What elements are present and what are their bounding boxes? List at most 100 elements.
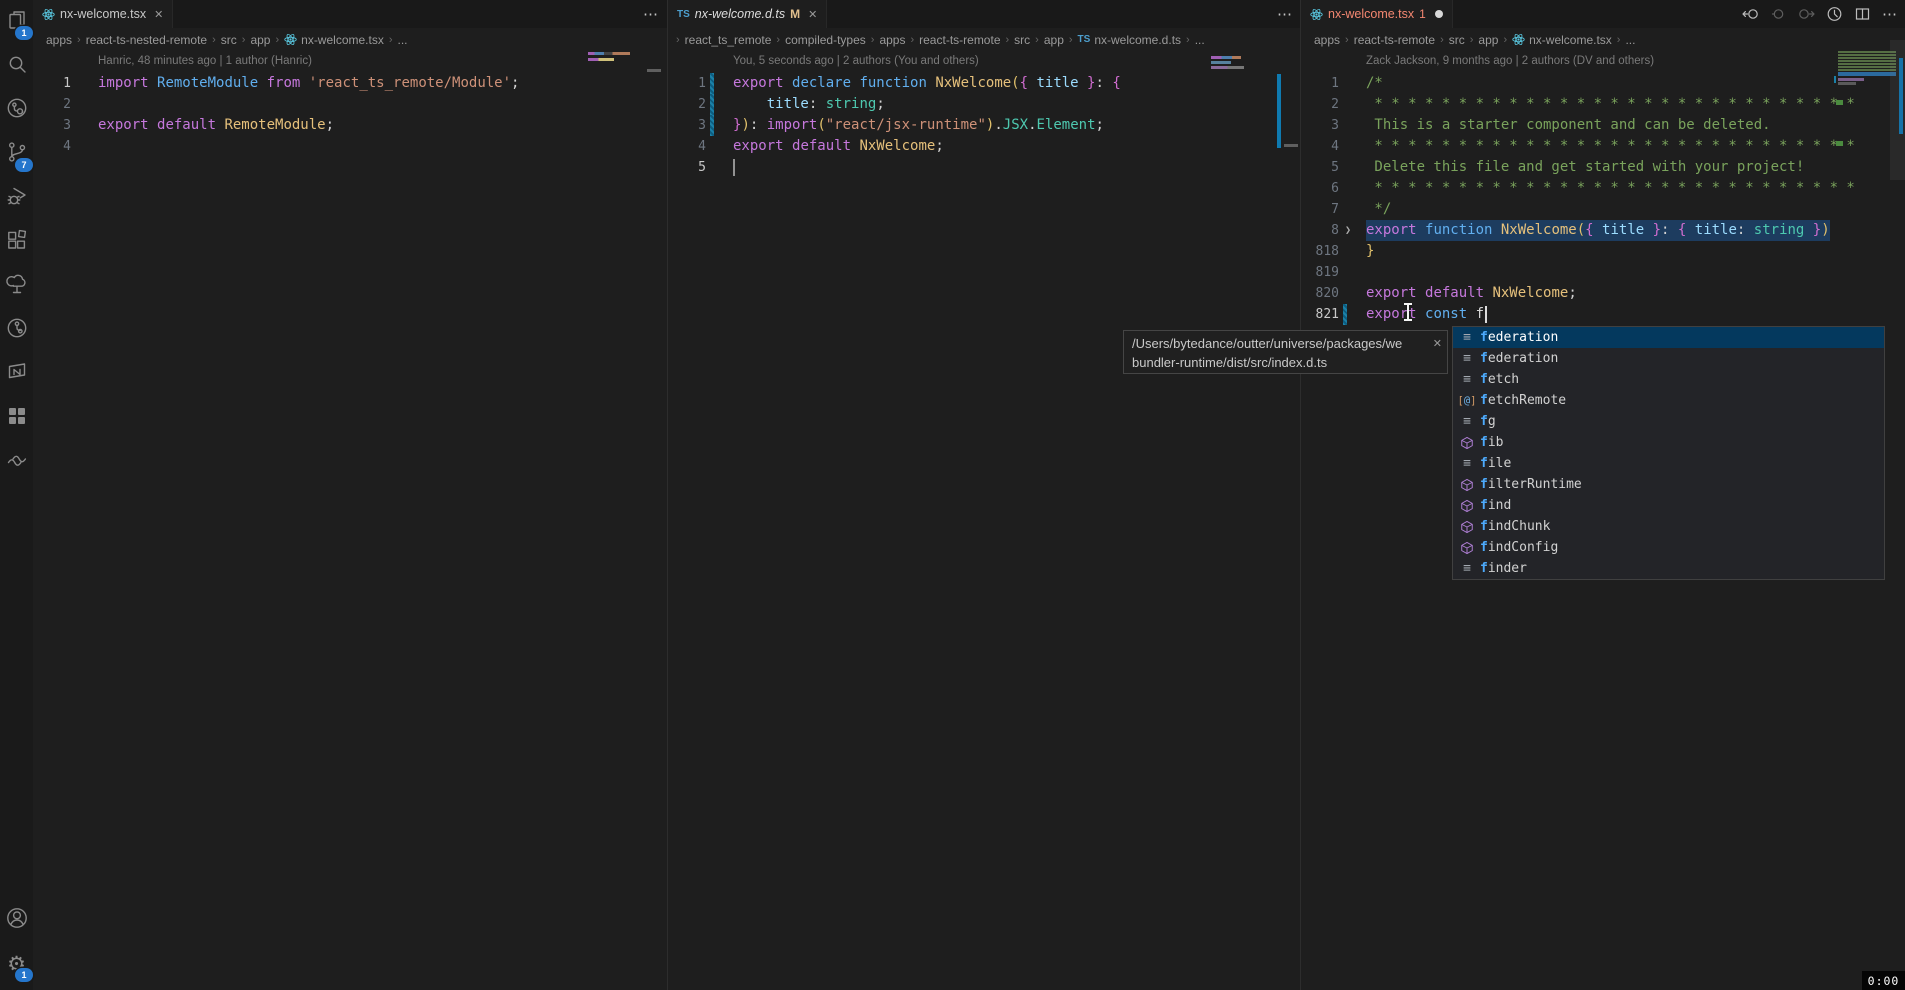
line-number[interactable]: 7 — [1301, 199, 1339, 220]
sidebar-item-search[interactable] — [0, 44, 33, 88]
suggestion-item[interactable]: findConfig — [1453, 537, 1884, 558]
line-number[interactable]: 2 — [33, 94, 71, 115]
breadcrumb-item[interactable]: react-ts-remote — [919, 33, 1000, 47]
suggestion-item[interactable]: ≡fetch — [1453, 369, 1884, 390]
line-number[interactable]: 821 — [1301, 304, 1339, 325]
fold-chevron-icon[interactable]: ❯ — [1345, 220, 1351, 241]
sidebar-item-gitlens[interactable] — [0, 88, 33, 132]
codelens[interactable]: You, 5 seconds ago | 2 authors (You and … — [733, 55, 979, 67]
sidebar-item-run-and-debug[interactable] — [0, 176, 33, 220]
close-icon[interactable]: ✕ — [1433, 335, 1442, 354]
line-number[interactable]: 820 — [1301, 283, 1339, 304]
code-line[interactable]: 4 * * * * * * * * * * * * * * * * * * * … — [1301, 136, 1905, 157]
sidebar-item-tree[interactable] — [0, 264, 33, 308]
more-actions-icon[interactable]: ⋯ — [1882, 7, 1897, 22]
breadcrumb-item[interactable]: src — [1449, 33, 1465, 47]
code-line[interactable]: 2 title: string; — [668, 94, 1301, 115]
breadcrumb-item[interactable]: react-ts-nested-remote — [86, 33, 207, 47]
suggestion-item[interactable]: filterRuntime — [1453, 474, 1884, 495]
breadcrumb-item[interactable]: compiled-types — [785, 33, 866, 47]
breadcrumb-item[interactable]: ... — [1625, 33, 1635, 47]
line-number[interactable]: 1 — [668, 73, 706, 94]
suggestion-item[interactable]: findChunk — [1453, 516, 1884, 537]
breadcrumb-item[interactable]: apps — [46, 33, 72, 47]
close-icon[interactable]: ✕ — [154, 8, 163, 21]
minimap[interactable] — [588, 52, 642, 55]
next-change-icon[interactable] — [1798, 6, 1815, 22]
line-number[interactable]: 1 — [33, 73, 71, 94]
code-line[interactable]: 1import RemoteModule from 'react_ts_remo… — [33, 73, 667, 94]
code-line[interactable]: 4 — [33, 136, 667, 157]
breadcrumb-item[interactable]: nx-welcome.tsx — [1529, 33, 1612, 47]
breadcrumb-item[interactable]: nx-welcome.d.ts — [1094, 33, 1181, 47]
suggestion-item[interactable]: ≡federation — [1453, 348, 1884, 369]
code-line[interactable]: 818} — [1301, 241, 1905, 262]
suggestion-item[interactable]: fib — [1453, 432, 1884, 453]
minimap-slider[interactable] — [647, 69, 661, 72]
sidebar-item-extensions[interactable] — [0, 220, 33, 264]
line-number[interactable]: 2 — [668, 94, 706, 115]
minimap[interactable] — [1838, 78, 1864, 81]
dirty-indicator-icon[interactable] — [1435, 10, 1443, 18]
minimap[interactable] — [1838, 72, 1896, 76]
line-number[interactable]: 5 — [668, 157, 706, 178]
line-number[interactable]: 4 — [1301, 136, 1339, 157]
line-number[interactable]: 8 — [1301, 220, 1339, 241]
code-line[interactable]: 1/* — [1301, 73, 1905, 94]
line-number[interactable]: 5 — [1301, 157, 1339, 178]
minimap[interactable] — [1211, 56, 1241, 59]
tab[interactable]: nx-welcome.tsx1 — [1301, 0, 1453, 28]
line-number[interactable]: 3 — [668, 115, 706, 136]
minimap[interactable] — [1836, 100, 1843, 105]
code-area[interactable]: 1export declare function NxWelcome({ tit… — [668, 73, 1301, 178]
breadcrumb-item[interactable]: react-ts-remote — [1354, 33, 1435, 47]
minimap[interactable] — [1836, 141, 1843, 146]
minimap[interactable] — [1838, 51, 1896, 72]
suggestion-item[interactable]: [@]fetchRemote — [1453, 390, 1884, 411]
code-line[interactable]: 820export default NxWelcome; — [1301, 283, 1905, 304]
line-number[interactable]: 2 — [1301, 94, 1339, 115]
sidebar-item-nx-console[interactable] — [0, 352, 33, 396]
breadcrumb-item[interactable]: react_ts_remote — [685, 33, 772, 47]
line-number[interactable]: 4 — [668, 136, 706, 157]
sidebar-item-waves[interactable] — [0, 440, 33, 484]
code-line[interactable]: 821export const f — [1301, 304, 1905, 325]
line-number[interactable]: 819 — [1301, 262, 1339, 283]
more-actions-icon[interactable]: ⋯ — [643, 7, 658, 22]
breadcrumb-item[interactable]: src — [221, 33, 237, 47]
previous-change-icon[interactable] — [1742, 6, 1759, 22]
code-line[interactable]: 3}): import("react/jsx-runtime").JSX.Ele… — [668, 115, 1301, 136]
breadcrumb-item[interactable]: ... — [1195, 33, 1205, 47]
tab[interactable]: nx-welcome.tsx✕ — [33, 0, 173, 28]
sidebar-item-git-graph[interactable] — [0, 308, 33, 352]
minimap[interactable] — [1211, 61, 1231, 64]
minimap-slider[interactable] — [1284, 144, 1298, 147]
code-line[interactable]: 7 */ — [1301, 199, 1905, 220]
breadcrumb-item[interactable]: apps — [1314, 33, 1340, 47]
sidebar-item-explorer[interactable]: 1 — [0, 0, 33, 44]
breadcrumb-item[interactable]: app — [1478, 33, 1498, 47]
code-line[interactable]: 3export default RemoteModule; — [33, 115, 667, 136]
code-line[interactable]: 2 * * * * * * * * * * * * * * * * * * * … — [1301, 94, 1905, 115]
suggestion-item[interactable]: find — [1453, 495, 1884, 516]
line-number[interactable]: 3 — [1301, 115, 1339, 136]
active-change-icon[interactable] — [1770, 6, 1787, 22]
close-icon[interactable]: ✕ — [808, 8, 817, 21]
minimap[interactable] — [1838, 82, 1856, 85]
breadcrumb-item[interactable]: nx-welcome.tsx — [301, 33, 384, 47]
code-line[interactable]: 2 — [33, 94, 667, 115]
more-actions-icon[interactable]: ⋯ — [1277, 7, 1292, 22]
breadcrumb-item[interactable]: app — [1044, 33, 1064, 47]
codelens[interactable]: Hanric, 48 minutes ago | 1 author (Hanri… — [98, 55, 312, 67]
sidebar-item-grid[interactable] — [0, 396, 33, 440]
tab[interactable]: TSnx-welcome.d.tsM✕ — [668, 0, 827, 28]
line-number[interactable]: 1 — [1301, 73, 1339, 94]
line-number[interactable]: 6 — [1301, 178, 1339, 199]
code-area[interactable]: 1/*2 * * * * * * * * * * * * * * * * * *… — [1301, 73, 1905, 325]
code-line[interactable]: 4export default NxWelcome; — [668, 136, 1301, 157]
suggestion-item[interactable]: ≡finder — [1453, 558, 1884, 579]
code-line[interactable]: 1export declare function NxWelcome({ tit… — [668, 73, 1301, 94]
suggestion-item[interactable]: ≡fg — [1453, 411, 1884, 432]
sidebar-item-source-control[interactable]: 7 — [0, 132, 33, 176]
suggestion-item[interactable]: ≡federation — [1453, 327, 1884, 348]
